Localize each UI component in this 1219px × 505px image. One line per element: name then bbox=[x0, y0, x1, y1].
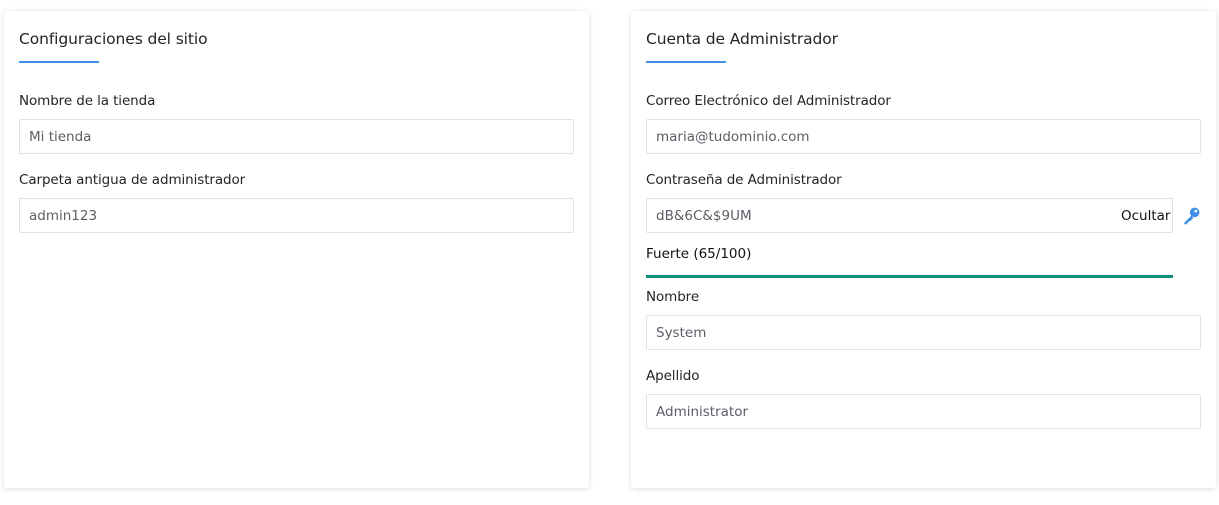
last-name-field: Apellido bbox=[646, 367, 1201, 429]
admin-password-field: Contraseña de Administrador Ocultar Fuer… bbox=[646, 171, 1201, 278]
hide-password-toggle[interactable]: Ocultar bbox=[1121, 208, 1170, 224]
admin-email-label: Correo Electrónico del Administrador bbox=[646, 93, 891, 109]
admin-account-card: Cuenta de Administrador Correo Electróni… bbox=[631, 11, 1216, 488]
site-settings-card: Configuraciones del sitio Nombre de la t… bbox=[4, 11, 589, 488]
store-name-field: Nombre de la tienda bbox=[19, 92, 574, 154]
last-name-label: Apellido bbox=[646, 368, 700, 384]
admin-email-input[interactable] bbox=[646, 119, 1201, 154]
first-name-field: Nombre bbox=[646, 288, 1201, 350]
site-settings-title: Configuraciones del sitio bbox=[19, 30, 208, 48]
title-underline bbox=[646, 61, 726, 63]
admin-folder-input[interactable] bbox=[19, 198, 574, 233]
admin-folder-label: Carpeta antigua de administrador bbox=[19, 172, 246, 188]
install-page: Configuraciones del sitio Nombre de la t… bbox=[0, 0, 1219, 505]
title-underline bbox=[19, 61, 99, 63]
password-strength-bar bbox=[646, 275, 1173, 278]
key-icon[interactable] bbox=[1182, 206, 1201, 225]
admin-folder-field: Carpeta antigua de administrador bbox=[19, 171, 574, 233]
admin-account-title: Cuenta de Administrador bbox=[646, 30, 838, 48]
admin-password-input[interactable] bbox=[646, 198, 1173, 233]
admin-email-field: Correo Electrónico del Administrador bbox=[646, 92, 1201, 154]
password-strength-text: Fuerte (65/100) bbox=[646, 246, 752, 262]
last-name-input[interactable] bbox=[646, 394, 1201, 429]
first-name-label: Nombre bbox=[646, 289, 700, 305]
first-name-input[interactable] bbox=[646, 315, 1201, 350]
password-strength-fill bbox=[646, 275, 1173, 278]
password-row: Ocultar bbox=[646, 198, 1201, 233]
store-name-input[interactable] bbox=[19, 119, 574, 154]
admin-password-label: Contraseña de Administrador bbox=[646, 172, 842, 188]
store-name-label: Nombre de la tienda bbox=[19, 93, 156, 109]
